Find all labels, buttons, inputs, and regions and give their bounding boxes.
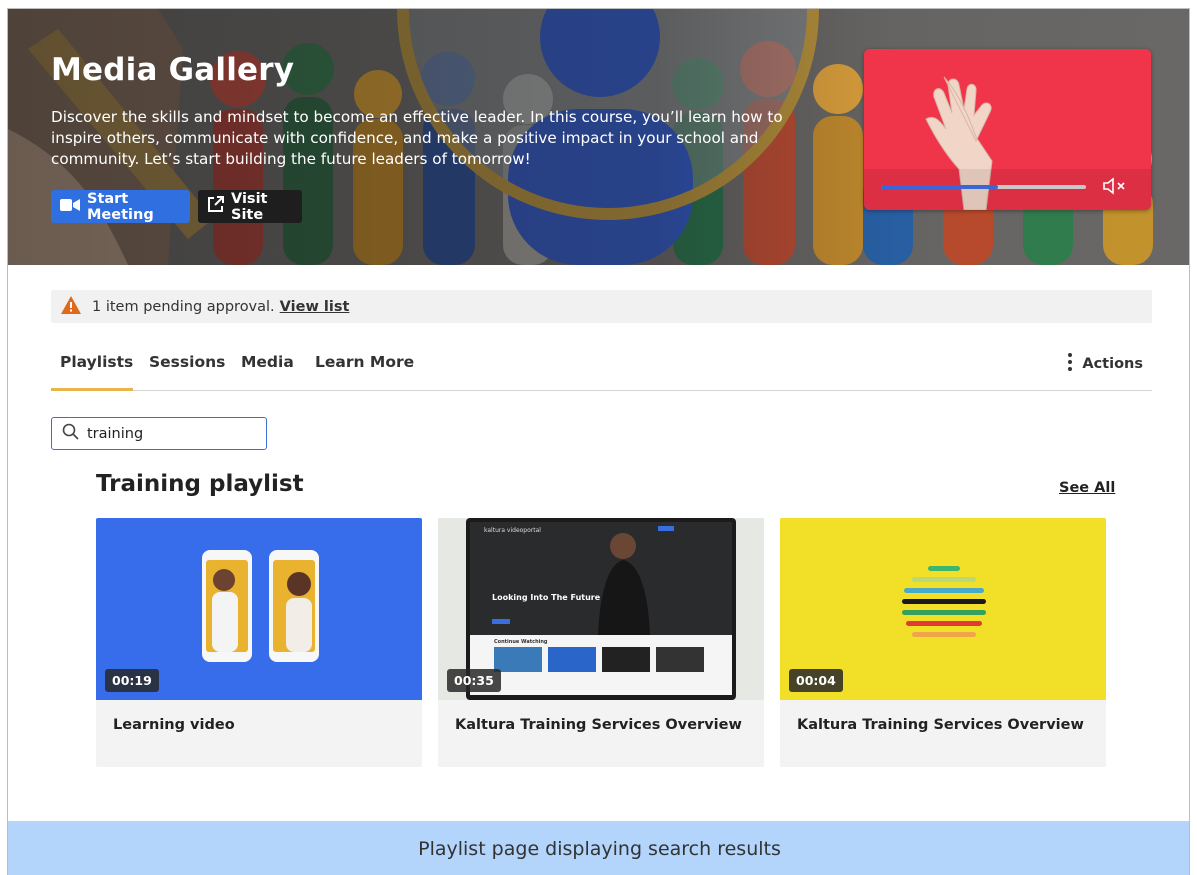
hero-video-player[interactable] [864,49,1151,210]
media-title[interactable]: Kaltura Training Services Overview [797,717,1084,733]
thumbnail-row-label: Continue Watching [494,639,548,645]
hero-banner: Media Gallery Discover the skills and mi… [8,9,1189,265]
video-progress-fill [881,185,998,189]
media-title[interactable]: Learning video [113,717,235,733]
video-progress-bar[interactable] [881,185,1086,189]
media-title[interactable]: Kaltura Training Services Overview [455,717,742,733]
active-tab-indicator [51,388,133,391]
pending-approval-alert: 1 item pending approval. View list [51,290,1152,323]
media-card[interactable]: 00:04 Kaltura Training Services Overview [780,518,1106,767]
thumbnail-heading-text: Looking Into The Future [492,593,601,602]
tab-learn-more[interactable]: Learn More [315,353,414,371]
start-meeting-button[interactable]: Start Meeting [51,190,190,223]
alert-message: 1 item pending approval. [92,298,275,315]
search-input[interactable] [87,425,247,442]
tab-bar: Playlists Sessions Media Learn More Acti… [51,345,1152,391]
search-box[interactable] [51,417,267,450]
view-list-link[interactable]: View list [280,299,350,315]
duration-badge: 00:19 [105,669,159,692]
duration-badge: 00:04 [789,669,843,692]
actions-label: Actions [1082,356,1143,372]
video-camera-icon [60,198,80,216]
more-vertical-icon [1068,353,1073,375]
search-icon [62,423,79,444]
media-card[interactable]: kaltura videoportal Looking Into The Fut… [438,518,764,767]
playlist-title: Training playlist [96,471,304,497]
hero-description: Discover the skills and mindset to becom… [51,108,783,168]
external-link-icon [207,196,224,217]
tab-playlists[interactable]: Playlists [60,353,133,371]
see-all-link[interactable]: See All [1059,480,1115,496]
media-thumbnail[interactable]: 00:19 [96,518,422,700]
visit-site-label: Visit Site [231,190,268,223]
page-frame: Media Gallery Discover the skills and mi… [7,8,1190,875]
media-thumbnail[interactable]: 00:04 [780,518,1106,700]
thumbnail-brand-text: kaltura videoportal [484,527,541,534]
warning-icon [61,295,81,318]
mute-icon[interactable] [1102,177,1128,199]
tab-sessions[interactable]: Sessions [149,353,225,371]
media-card[interactable]: 00:19 Learning video [96,518,422,767]
media-thumbnail[interactable]: kaltura videoportal Looking Into The Fut… [438,518,764,700]
page-title: Media Gallery [51,52,295,88]
duration-badge: 00:35 [447,669,501,692]
screenshot-caption: Playlist page displaying search results [8,821,1189,875]
start-meeting-label: Start Meeting [87,190,154,223]
actions-menu-button[interactable]: Actions [1068,353,1143,375]
tab-media[interactable]: Media [241,353,294,371]
visit-site-button[interactable]: Visit Site [198,190,302,223]
